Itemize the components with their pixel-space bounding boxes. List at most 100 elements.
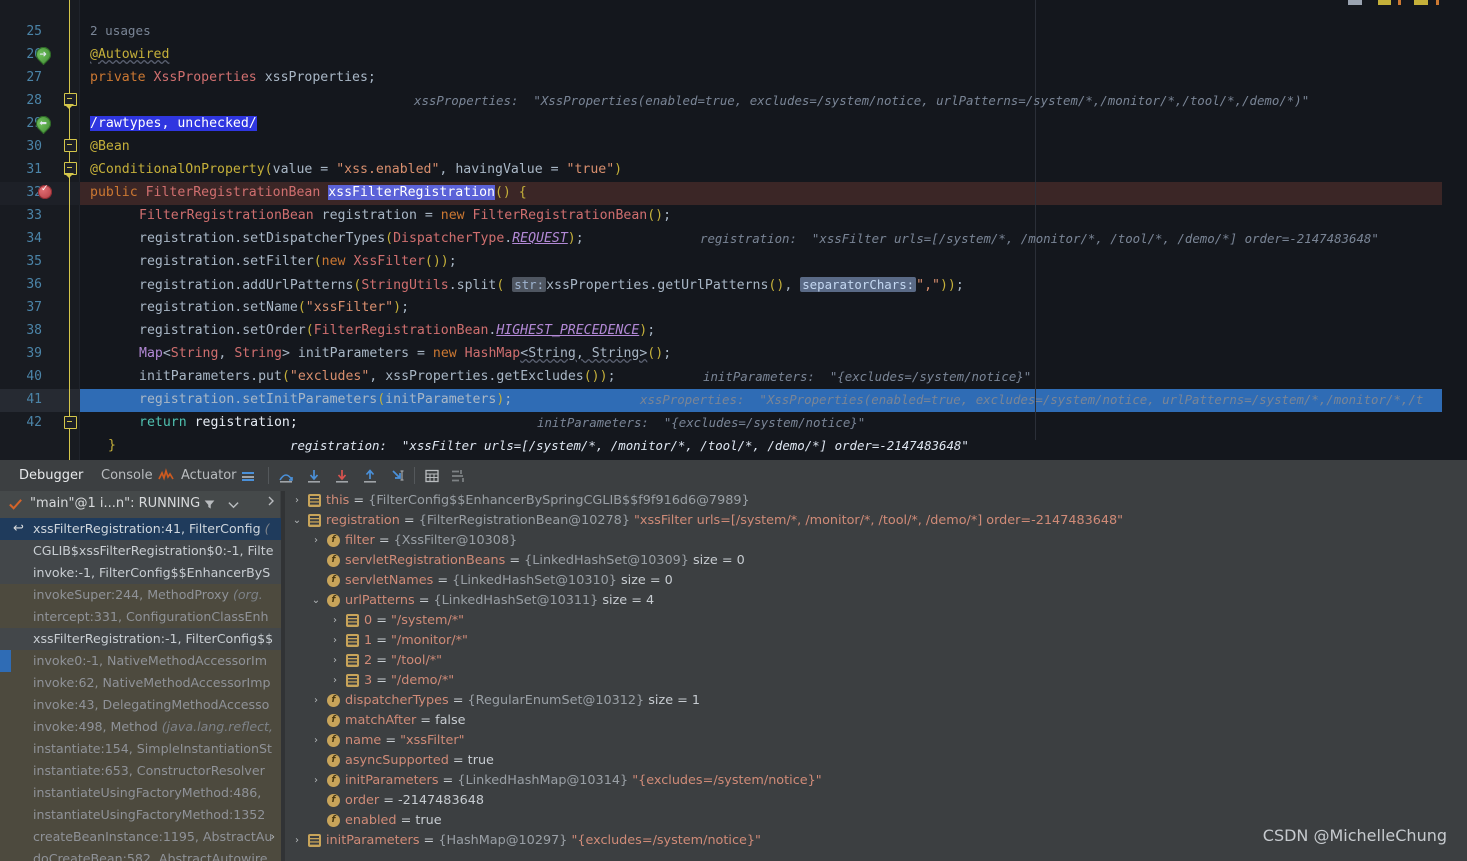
variable-reference: {LinkedHashSet@10309}	[524, 553, 693, 568]
field-icon: f	[327, 754, 340, 767]
variable-row[interactable]: › this = {FilterConfig$$EnhancerBySpringC…	[285, 491, 1467, 511]
stack-frame-row[interactable]: invoke:-1, FilterConfig$$EnhancerByS	[0, 562, 281, 584]
variable-row[interactable]: f matchAfter = false	[285, 711, 1467, 731]
frame-execution-marker	[0, 650, 11, 672]
variable-name: filter	[345, 533, 375, 548]
variable-text: servletRegistrationBeans = {LinkedHashSe…	[345, 551, 745, 571]
variable-name: order	[345, 793, 380, 808]
chevron-down-icon[interactable]: ⌄	[310, 591, 322, 611]
variable-node-icon	[346, 654, 359, 667]
stack-frame-row[interactable]: CGLIB$xssFilterRegistration$0:-1, Filte	[0, 540, 281, 562]
stack-frame-label: invoke0:-1, NativeMethodAccessorIm	[33, 653, 268, 668]
variable-row[interactable]: ⌄ f urlPatterns = {LinkedHashSet@10311} si…	[285, 591, 1467, 611]
variable-row[interactable]: f servletRegistrationBeans = {LinkedHashS…	[285, 551, 1467, 571]
run-to-cursor-icon[interactable]	[390, 468, 406, 484]
variable-row[interactable]: › f name = "xssFilter"	[285, 731, 1467, 751]
tab-console[interactable]: Console	[90, 460, 164, 491]
variables-tree[interactable]: › this = {FilterConfig$$EnhancerBySpringC…	[285, 491, 1467, 861]
step-into-icon[interactable]	[306, 468, 322, 484]
filter-icon[interactable]	[203, 498, 216, 511]
stack-frame-row[interactable]: instantiateUsingFactoryMethod:1352	[0, 804, 281, 826]
stack-frame-row[interactable]: ↩ xssFilterRegistration:41, FilterConfig …	[0, 518, 281, 540]
chevron-right-icon[interactable]: ›	[291, 491, 303, 511]
step-over-icon[interactable]	[278, 468, 294, 484]
chevron-right-icon[interactable]: ›	[329, 671, 341, 691]
code-line-42[interactable]: }	[108, 434, 116, 457]
variable-row[interactable]: › 2 = "/tool/*"	[285, 651, 1467, 671]
toolbar-separator-2	[414, 467, 415, 484]
expand-right-icon[interactable]	[266, 496, 276, 506]
stack-frame-package: (java.lang.reflect,	[161, 719, 273, 734]
stack-frame-row[interactable]: instantiate:653, ConstructorResolver	[0, 760, 281, 782]
stack-frame-row[interactable]: createBeanInstance:1195, AbstractAu ›	[0, 826, 281, 848]
editor-marker-strip[interactable]	[1442, 0, 1467, 460]
variable-name: 3	[364, 673, 373, 688]
toolbar-separator-1	[268, 467, 269, 484]
variable-row[interactable]: › 3 = "/demo/*"	[285, 671, 1467, 691]
variable-text: 3 = "/demo/*"	[364, 671, 454, 691]
chevron-right-icon[interactable]: ›	[291, 831, 303, 851]
stack-frame-row[interactable]: invokeSuper:244, MethodProxy (org.	[0, 584, 281, 606]
variable-row[interactable]: › f filter = {XssFilter@10308}	[285, 531, 1467, 551]
chevron-right-icon[interactable]: ›	[329, 651, 341, 671]
debug-tool-window: Debugger Console Actuator "main"@1 i...n…	[0, 460, 1467, 861]
tab-debugger[interactable]: Debugger	[8, 460, 95, 493]
stack-frame-row[interactable]: instantiate:154, SimpleInstantiationSt	[0, 738, 281, 760]
variable-row[interactable]: f servletNames = {LinkedHashSet@10310} si…	[285, 571, 1467, 591]
layout-icon[interactable]	[450, 468, 466, 484]
chevron-right-icon[interactable]: ›	[329, 611, 341, 631]
variable-row[interactable]: f order = -2147483648	[285, 791, 1467, 811]
chevron-right-icon[interactable]: ›	[310, 771, 322, 791]
chevron-down-icon[interactable]	[228, 500, 239, 509]
chevron-right-icon[interactable]: ›	[310, 531, 322, 551]
menu-icon[interactable]	[240, 468, 256, 484]
variable-node-icon	[346, 674, 359, 687]
code-editor[interactable]: 2 usages 25 26 27 28 29 30 31 32 33 34 3…	[0, 0, 1467, 460]
stack-frame-row[interactable]: xssFilterRegistration:-1, FilterConfig$$	[0, 628, 281, 650]
variable-value: false	[435, 713, 466, 728]
stack-frame-row[interactable]: invoke:43, DelegatingMethodAccesso	[0, 694, 281, 716]
step-out-icon[interactable]	[362, 468, 378, 484]
variable-name: 2	[364, 653, 373, 668]
variable-row[interactable]: › 0 = "/system/*"	[285, 611, 1467, 631]
variable-equals: =	[372, 653, 392, 668]
stack-frame-label: invoke:43, DelegatingMethodAccesso	[33, 697, 270, 712]
stack-frame-label: createBeanInstance:1195, AbstractAu	[33, 829, 273, 844]
stack-frame-label: instantiate:653, ConstructorResolver	[33, 763, 265, 778]
frame-expand-icon[interactable]: ›	[271, 826, 275, 848]
variable-size: size = 4	[602, 593, 655, 608]
stack-frame-row[interactable]: invoke0:-1, NativeMethodAccessorIm	[0, 650, 281, 672]
variable-equals: =	[419, 833, 439, 848]
variable-row[interactable]: › f dispatcherTypes = {RegularEnumSet@1031…	[285, 691, 1467, 711]
variable-row[interactable]: ⌄ registration = {FilterRegistrationBean@…	[285, 511, 1467, 531]
variable-equals: =	[448, 693, 468, 708]
field-icon: f	[327, 714, 340, 727]
variable-node-icon	[346, 614, 359, 627]
variable-text: enabled = true	[345, 811, 442, 831]
variable-value: true	[415, 813, 442, 828]
thread-selector[interactable]: "main"@1 i...n": RUNNING	[0, 491, 280, 518]
variable-text: order = -2147483648	[345, 791, 484, 811]
variable-value: -2147483648	[397, 793, 485, 808]
current-frame-icon: ↩	[13, 521, 24, 536]
variable-equals: =	[448, 753, 468, 768]
evaluate-icon[interactable]	[424, 468, 440, 484]
stack-frame-row[interactable]: intercept:331, ConfigurationClassEnh	[0, 606, 281, 628]
stack-frame-row[interactable]: instantiateUsingFactoryMethod:486,	[0, 782, 281, 804]
stack-frame-row[interactable]: invoke:498, Method (java.lang.reflect,	[0, 716, 281, 738]
variable-row[interactable]: › f initParameters = {LinkedHashMap@10314}…	[285, 771, 1467, 791]
stack-frame-row[interactable]: doCreateBean:582, AbstractAutowire	[0, 848, 281, 861]
chevron-right-icon[interactable]: ›	[310, 691, 322, 711]
chevron-right-icon[interactable]: ›	[329, 631, 341, 651]
variable-name: asyncSupported	[345, 753, 449, 768]
call-stack-frames[interactable]: ↩ xssFilterRegistration:41, FilterConfig …	[0, 518, 281, 861]
stack-frame-row[interactable]: invoke:62, NativeMethodAccessorImp	[0, 672, 281, 694]
chevron-right-icon[interactable]: ›	[310, 731, 322, 751]
tab-actuator[interactable]: Actuator	[170, 460, 248, 491]
variable-row[interactable]: f asyncSupported = true	[285, 751, 1467, 771]
force-step-into-icon[interactable]	[334, 468, 350, 484]
variable-value: "{excludes=/system/notice}"	[571, 833, 761, 848]
chevron-down-icon[interactable]: ⌄	[291, 511, 303, 531]
stack-frame-label: invoke:-1, FilterConfig$$EnhancerByS	[33, 565, 271, 580]
variable-row[interactable]: › 1 = "/monitor/*"	[285, 631, 1467, 651]
